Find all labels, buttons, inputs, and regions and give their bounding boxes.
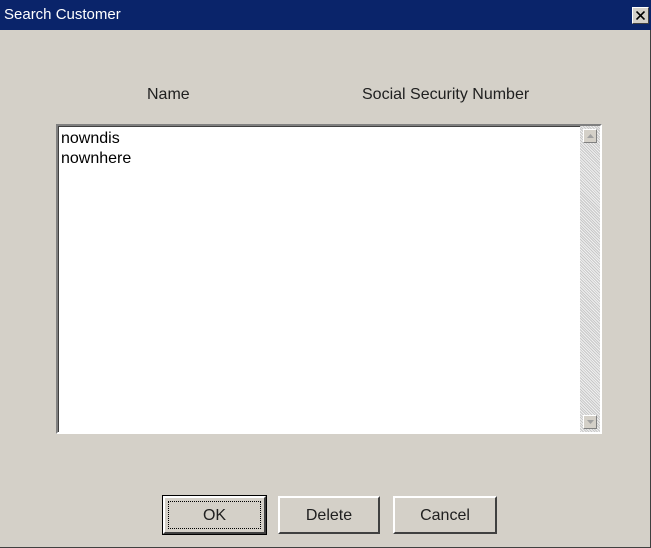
delete-button-label: Delete	[305, 507, 353, 524]
cancel-button-label: Cancel	[420, 507, 470, 524]
customer-listbox[interactable]: nowndis nownhere	[56, 124, 602, 434]
arrow-up-icon	[587, 134, 594, 138]
scroll-up-button[interactable]	[583, 129, 597, 143]
delete-button[interactable]: Delete	[278, 496, 380, 534]
window-title: Search Customer	[4, 6, 121, 23]
ok-button-label: OK	[202, 507, 227, 524]
list-item[interactable]: nowndis	[60, 129, 131, 149]
search-customer-dialog: Search Customer Name Social Security Num…	[0, 0, 651, 548]
ok-button[interactable]: OK	[162, 495, 267, 535]
column-header-name: Name	[147, 86, 190, 103]
arrow-down-icon	[587, 420, 594, 424]
scroll-down-button[interactable]	[583, 415, 597, 429]
close-icon	[636, 11, 645, 20]
cancel-button[interactable]: Cancel	[393, 496, 497, 534]
vertical-scrollbar[interactable]	[580, 126, 600, 432]
close-button[interactable]	[632, 7, 649, 24]
title-bar[interactable]: Search Customer	[0, 0, 651, 30]
column-header-ssn: Social Security Number	[362, 86, 530, 103]
customer-list: nowndis nownhere	[60, 129, 131, 169]
list-item[interactable]: nownhere	[60, 149, 131, 169]
